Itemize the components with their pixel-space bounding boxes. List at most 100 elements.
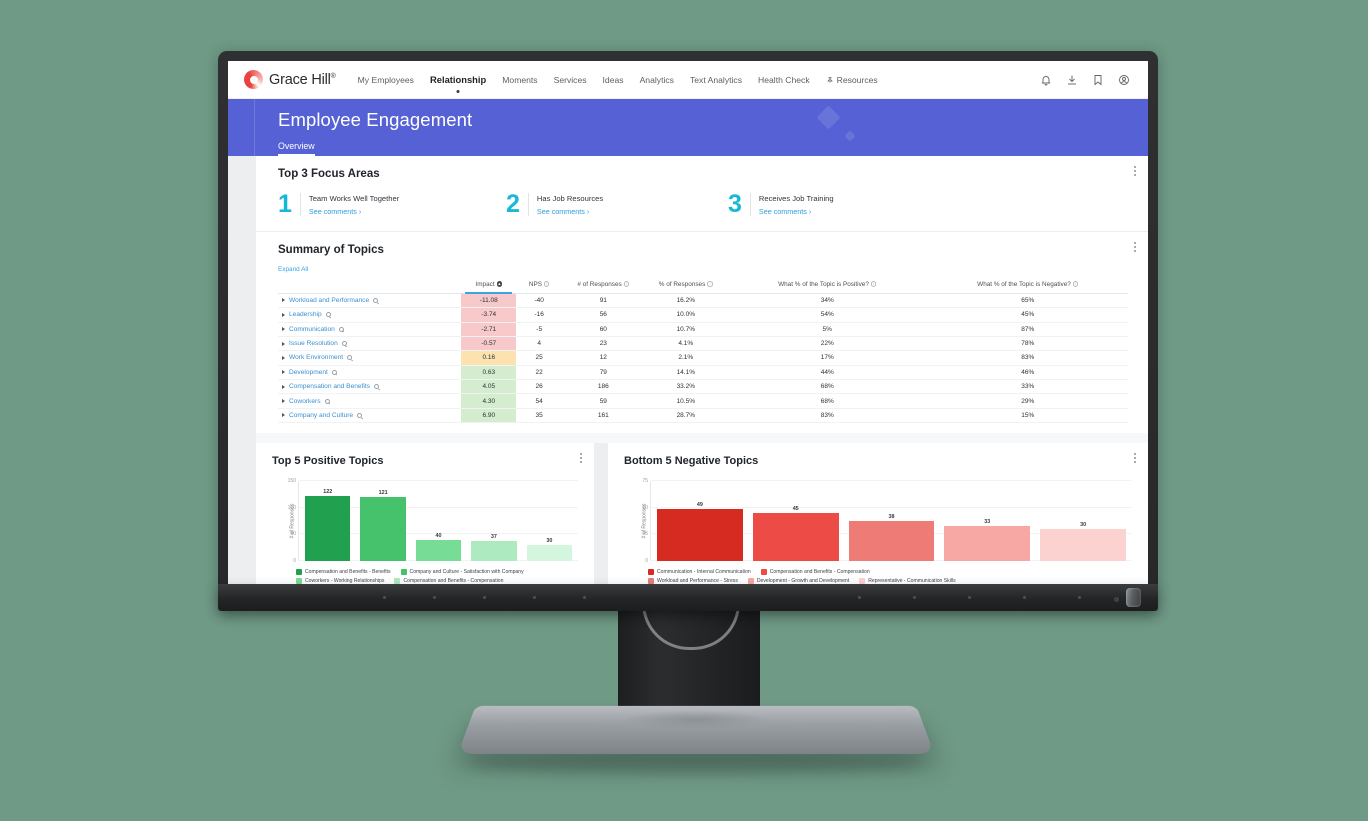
topics-card-menu-icon[interactable]	[1130, 241, 1140, 252]
topic-cell[interactable]: Work Environment	[278, 350, 462, 366]
search-topic-icon[interactable]	[325, 312, 331, 318]
search-topic-icon[interactable]	[347, 355, 353, 361]
legend-item[interactable]: Compensation and Benefits - Benefits	[296, 569, 391, 576]
col-pct-positive[interactable]: What % of the Topic is Positive? i	[727, 276, 928, 294]
account-icon[interactable]	[1118, 74, 1130, 86]
expand-all-link[interactable]: Expand All	[278, 266, 1128, 273]
bar[interactable]	[752, 513, 839, 562]
topic-cell[interactable]: Coworkers	[278, 393, 462, 409]
table-row[interactable]: Work Environment 0.16 25 12 2.1% 17% 83%	[278, 350, 1128, 366]
col-pct-negative[interactable]: What % of the Topic is Negative? i	[927, 276, 1128, 294]
bookmark-icon[interactable]	[1092, 74, 1104, 86]
bar-column[interactable]: 30	[526, 481, 573, 562]
info-icon-nps[interactable]: i	[543, 281, 550, 287]
bar[interactable]	[305, 496, 351, 562]
col-pct-responses[interactable]: % of Responses i	[644, 276, 728, 294]
download-icon[interactable]	[1066, 74, 1078, 86]
topic-cell[interactable]: Workload and Performance	[278, 293, 462, 309]
bar[interactable]	[848, 520, 935, 562]
bar-column[interactable]: 49	[657, 481, 743, 562]
info-icon-pct-negative[interactable]: i	[1072, 281, 1079, 287]
expand-caret-icon[interactable]	[282, 327, 285, 332]
search-topic-icon[interactable]	[338, 326, 344, 332]
expand-caret-icon[interactable]	[282, 298, 285, 303]
bell-icon[interactable]	[1040, 74, 1052, 86]
bar[interactable]	[360, 496, 406, 562]
table-row[interactable]: Workload and Performance -11.08 -40 91 16.2%…	[278, 293, 1128, 309]
search-topic-icon[interactable]	[374, 384, 380, 390]
bar-column[interactable]: 121	[360, 481, 406, 562]
expand-caret-icon[interactable]	[282, 312, 285, 317]
see-comments-link-3[interactable]: See comments ›	[759, 207, 834, 216]
bar[interactable]	[471, 541, 517, 562]
negative-chart-menu-icon[interactable]	[1130, 453, 1140, 464]
nav-item-resources[interactable]: Resources	[826, 72, 878, 88]
positive-chart-menu-icon[interactable]	[576, 453, 586, 464]
topic-cell[interactable]: Issue Resolution	[278, 336, 462, 352]
nav-item-services[interactable]: Services	[554, 72, 587, 88]
topic-name[interactable]: Coworkers	[289, 398, 321, 405]
table-row[interactable]: Communication -2.71 -5 60 10.7% 5% 87%	[278, 322, 1128, 337]
topic-name[interactable]: Work Environment	[289, 354, 343, 361]
nav-item-my-employees[interactable]: My Employees	[358, 72, 414, 88]
expand-caret-icon[interactable]	[282, 413, 285, 418]
expand-caret-icon[interactable]	[282, 355, 285, 360]
bar-column[interactable]: 122	[305, 481, 351, 562]
topic-cell[interactable]: Development	[278, 365, 462, 381]
table-row[interactable]: Development 0.63 22 79 14.1% 44% 46%	[278, 365, 1128, 381]
expand-caret-icon[interactable]	[282, 384, 285, 389]
power-button[interactable]	[1126, 588, 1141, 607]
topic-name[interactable]: Communication	[289, 326, 335, 333]
info-icon-pct-responses[interactable]: i	[707, 281, 713, 287]
topic-name[interactable]: Issue Resolution	[289, 340, 338, 347]
table-row[interactable]: Issue Resolution -0.57 4 23 4.1% 22% 78%	[278, 336, 1128, 352]
nav-item-analytics[interactable]: Analytics	[640, 72, 674, 88]
legend-item[interactable]: Compensation and Benefits - Compensation	[760, 569, 870, 576]
search-topic-icon[interactable]	[357, 412, 363, 418]
search-topic-icon[interactable]	[324, 398, 330, 404]
bar[interactable]	[657, 508, 743, 562]
table-row[interactable]: Coworkers 4.30 54 59 10.5% 68% 29%	[278, 393, 1128, 409]
nav-item-moments[interactable]: Moments	[502, 72, 537, 88]
info-icon-responses[interactable]: i	[623, 281, 630, 287]
col-responses[interactable]: # of Responses i	[562, 276, 645, 294]
col-impact[interactable]: Impact ▲	[461, 276, 517, 294]
bar[interactable]	[944, 525, 1031, 562]
table-row[interactable]: Company and Culture 6.90 35 161 28.7% 83% 15%	[278, 408, 1128, 424]
brand-logo[interactable]: Grace Hill®	[244, 70, 336, 89]
see-comments-link-1[interactable]: See comments ›	[309, 207, 399, 216]
focus-card-menu-icon[interactable]	[1130, 166, 1140, 176]
nav-item-ideas[interactable]: Ideas	[603, 72, 624, 88]
col-nps[interactable]: NPS i	[516, 276, 563, 294]
topic-cell[interactable]: Compensation and Benefits	[278, 379, 462, 395]
see-comments-link-2[interactable]: See comments ›	[537, 207, 603, 216]
bar[interactable]	[1040, 529, 1126, 562]
nav-item-text-analytics[interactable]: Text Analytics	[690, 72, 742, 88]
topic-name[interactable]: Compensation and Benefits	[289, 383, 370, 390]
bar-column[interactable]: 30	[1040, 481, 1126, 562]
bar-column[interactable]: 45	[752, 481, 839, 562]
bar-column[interactable]: 33	[944, 481, 1031, 562]
legend-item[interactable]: Communication - Internal Communication	[648, 569, 751, 576]
topic-cell[interactable]: Communication	[278, 322, 462, 337]
topic-name[interactable]: Workload and Performance	[289, 297, 369, 304]
topic-cell[interactable]: Company and Culture	[278, 408, 462, 424]
table-row[interactable]: Compensation and Benefits 4.05 26 186 33.2% 6…	[278, 379, 1128, 395]
nav-item-health-check[interactable]: Health Check	[758, 72, 810, 88]
topic-name[interactable]: Company and Culture	[289, 412, 353, 419]
expand-caret-icon[interactable]	[282, 370, 285, 375]
tab-overview[interactable]: Overview	[278, 137, 321, 156]
table-row[interactable]: Leadership -3.74 -16 56 10.0% 54% 45%	[278, 307, 1128, 323]
bar-column[interactable]: 40	[415, 481, 462, 562]
legend-item[interactable]: Company and Culture - Satisfaction with …	[400, 569, 524, 576]
info-icon-pct-positive[interactable]: i	[870, 281, 877, 287]
topic-cell[interactable]: Leadership	[278, 307, 462, 323]
nav-item-relationship[interactable]: Relationship	[430, 71, 486, 88]
bar[interactable]	[526, 545, 573, 562]
bar-column[interactable]: 37	[471, 481, 517, 562]
bar-column[interactable]: 38	[848, 481, 935, 562]
bar[interactable]	[415, 539, 462, 562]
search-topic-icon[interactable]	[373, 297, 379, 303]
expand-caret-icon[interactable]	[282, 341, 285, 346]
topic-name[interactable]: Development	[289, 369, 328, 376]
